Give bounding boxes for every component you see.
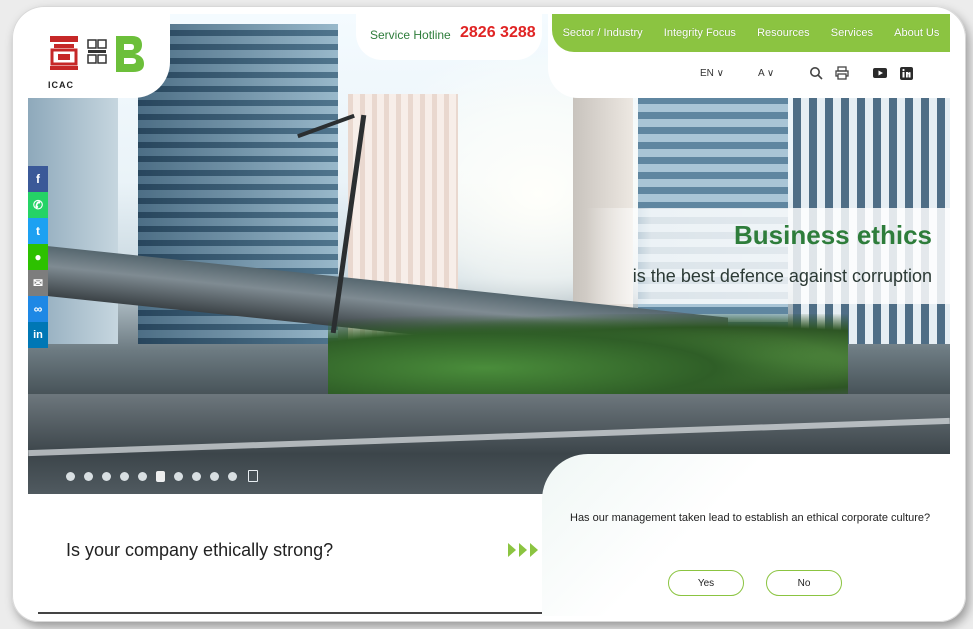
trees xyxy=(328,314,848,404)
hotline-number[interactable]: 2826 3288 xyxy=(460,24,536,42)
nav-item-about-us[interactable]: About Us xyxy=(894,27,939,39)
carousel-dot[interactable] xyxy=(228,471,237,481)
wechat-icon[interactable]: ● xyxy=(28,244,48,270)
search-icon[interactable] xyxy=(808,65,824,81)
copy-link-icon[interactable]: ∞ xyxy=(28,296,48,322)
carousel-pagination xyxy=(66,470,258,482)
cta-section: Is your company ethically strong? xyxy=(28,494,568,616)
email-icon[interactable]: ✉ xyxy=(28,270,48,296)
carousel-dot[interactable] xyxy=(138,471,147,481)
main-nav: Sector / Industry Integrity Focus Resour… xyxy=(552,14,950,52)
logo-block[interactable]: ICAC xyxy=(28,14,170,98)
carousel-dot[interactable] xyxy=(120,471,129,481)
nav-item-integrity-focus[interactable]: Integrity Focus xyxy=(664,27,736,39)
nav-item-resources[interactable]: Resources xyxy=(757,27,810,39)
language-dropdown[interactable]: EN ∨ xyxy=(700,68,724,79)
quiz-card: Has our management taken lead to establi… xyxy=(542,454,950,616)
print-icon[interactable] xyxy=(834,65,850,81)
font-size-dropdown[interactable]: A ∨ xyxy=(758,68,774,79)
no-button[interactable]: No xyxy=(766,570,842,596)
icac-logo-icon xyxy=(50,36,78,70)
whatsapp-icon[interactable]: ✆ xyxy=(28,192,48,218)
hero-title: Business ethics xyxy=(734,220,932,250)
service-hotline: Service Hotline 2826 3288 xyxy=(356,14,542,60)
cta-question: Is your company ethically strong? xyxy=(66,540,334,560)
carousel-dot-active[interactable] xyxy=(156,470,165,482)
linkedin-share-icon[interactable]: in xyxy=(28,322,48,348)
quiz-question: Has our management taken lead to establi… xyxy=(570,512,931,524)
youtube-icon[interactable] xyxy=(872,65,888,81)
twitter-icon[interactable]: t xyxy=(28,218,48,244)
tool-bar: EN ∨ A ∨ xyxy=(700,60,950,86)
carousel-dot[interactable] xyxy=(102,471,111,481)
section-divider xyxy=(38,612,568,614)
hero-slogan: Business ethics is the best defence agai… xyxy=(586,208,950,304)
yes-button[interactable]: Yes xyxy=(668,570,744,596)
nav-item-services[interactable]: Services xyxy=(831,27,873,39)
carousel-dot[interactable] xyxy=(84,471,93,481)
hotline-label: Service Hotline xyxy=(370,28,451,42)
social-share-bar: f ✆ t ● ✉ ∞ in xyxy=(28,166,48,348)
carousel-dot[interactable] xyxy=(210,471,219,481)
facebook-icon[interactable]: f xyxy=(28,166,48,192)
carousel-pause-icon[interactable] xyxy=(248,470,258,482)
carousel-dot[interactable] xyxy=(66,471,75,481)
carousel-dot[interactable] xyxy=(174,471,183,481)
carousel-dot[interactable] xyxy=(192,471,201,481)
nav-item-sector-industry[interactable]: Sector / Industry xyxy=(563,27,643,39)
hero-subtitle: is the best defence against corruption xyxy=(632,266,932,286)
linkedin-icon[interactable] xyxy=(898,65,914,81)
chinese-characters-mark xyxy=(87,39,107,64)
logo-text: ICAC xyxy=(48,80,74,90)
triple-arrow-icon[interactable] xyxy=(506,540,546,560)
business-ethics-b-logo-icon xyxy=(116,36,144,72)
